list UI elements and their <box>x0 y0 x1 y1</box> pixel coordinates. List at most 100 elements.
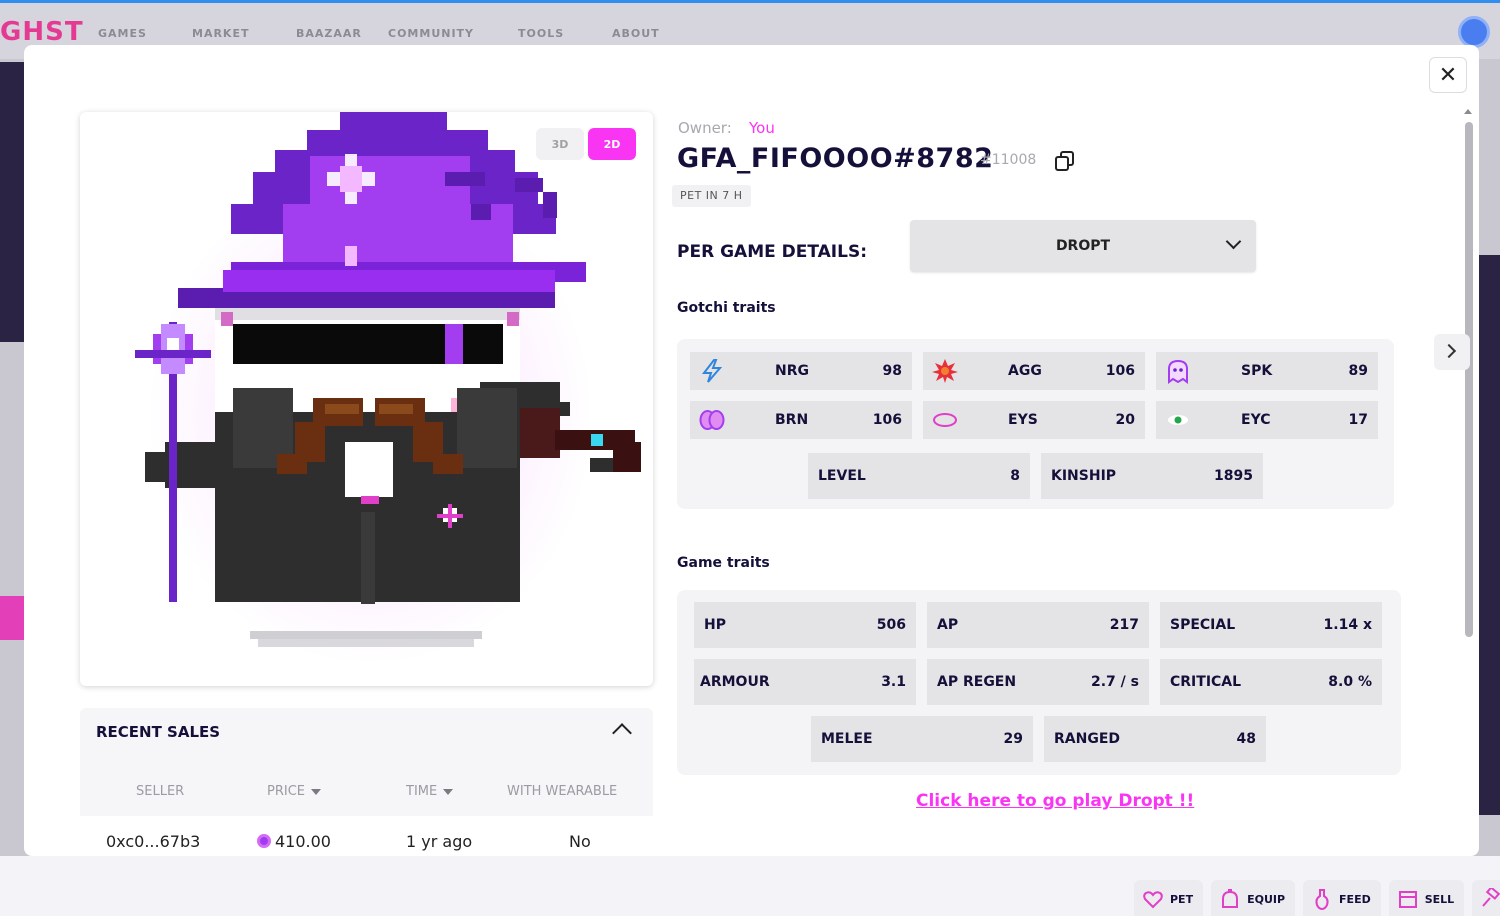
game-trait-ranged: RANGED 48 <box>1044 716 1266 762</box>
game-select-value: DROPT <box>1055 238 1111 254</box>
trait-value: 20 <box>1115 412 1135 428</box>
trait-spk: SPK 89 <box>1156 352 1378 390</box>
column-header-price[interactable]: PRICE <box>267 784 321 799</box>
game-select-dropdown[interactable]: DROPT <box>910 220 1256 272</box>
column-header-seller: SELLER <box>136 784 184 799</box>
trait-label: MELEE <box>821 731 873 747</box>
trait-label: KINSHIP <box>1051 468 1117 484</box>
table-row[interactable]: 0xc0...67b3 410.00 1 yr ago No <box>80 816 653 856</box>
trait-value: 17 <box>1348 412 1368 428</box>
trait-label: AP REGEN <box>937 674 1017 690</box>
gotchi-id: #11008 <box>980 152 1037 168</box>
nav-link-about[interactable]: ABOUT <box>612 27 660 40</box>
trait-level: LEVEL 8 <box>808 453 1030 499</box>
nav-link-baazaar[interactable]: BAAZAAR <box>296 27 362 40</box>
scroll-up-arrow-icon[interactable] <box>1464 109 1472 114</box>
burst-icon <box>932 359 958 383</box>
trait-label: SPK <box>1241 363 1273 379</box>
trait-value: 106 <box>872 412 902 428</box>
seller-cell[interactable]: 0xc0...67b3 <box>106 832 200 851</box>
gotchi-traits-panel: NRG 98 AGG 106 SPK 89 BRN 106 EYS 20 EYC… <box>677 339 1394 509</box>
shop-icon <box>1398 891 1417 908</box>
eye-shape-icon <box>933 413 957 427</box>
game-traits-title: Game traits <box>677 555 770 571</box>
trait-label: EYS <box>1008 412 1038 428</box>
trait-value: 98 <box>882 363 902 379</box>
nav-link-tools[interactable]: TOOLS <box>518 27 564 40</box>
play-dropt-link[interactable]: Click here to go play Dropt !! <box>916 791 1194 811</box>
game-trait-ap-regen: AP REGEN 2.7 / s <box>927 659 1149 705</box>
trait-value: 8 <box>1010 468 1020 484</box>
gavel-icon <box>1482 888 1500 907</box>
close-button[interactable]: ✕ <box>1429 57 1467 93</box>
chevron-right-icon <box>1441 343 1457 359</box>
trait-nrg: NRG 98 <box>690 352 912 390</box>
trait-label: ARMOUR <box>700 674 770 690</box>
brain-icon <box>699 410 725 430</box>
potion-icon <box>1315 889 1329 910</box>
trait-value: 217 <box>1109 617 1139 633</box>
auction-button[interactable]: AU <box>1472 880 1500 916</box>
game-trait-critical: CRITICAL 8.0 % <box>1160 659 1382 705</box>
trait-label: NRG <box>775 363 809 379</box>
trait-eys: EYS 20 <box>923 401 1145 439</box>
trait-brn: BRN 106 <box>690 401 912 439</box>
background-panel-left <box>0 62 24 342</box>
gotchi-detail-modal: ✕ 3D 2D RECENT SALES SELLER PRICE TIME W… <box>24 45 1479 856</box>
owner-label: Owner: <box>678 119 732 137</box>
game-trait-hp: HP 506 <box>694 602 916 648</box>
scroll-thumb[interactable] <box>1465 122 1473 637</box>
game-trait-armour: ARMOUR 3.1 <box>694 659 916 705</box>
ghost-icon <box>1168 359 1188 384</box>
pet-button[interactable]: PET <box>1134 880 1204 916</box>
trait-value: 1.14 x <box>1323 617 1372 633</box>
owner-value: You <box>749 119 775 137</box>
copy-icon[interactable] <box>1054 150 1076 172</box>
feed-label: FEED <box>1339 892 1371 906</box>
next-gotchi-button[interactable] <box>1434 334 1470 370</box>
game-trait-melee: MELEE 29 <box>811 716 1033 762</box>
sort-caret-icon[interactable] <box>311 788 321 795</box>
gotchi-pixel-art <box>135 112 641 647</box>
trait-label: CRITICAL <box>1170 674 1242 690</box>
nav-link-community[interactable]: COMMUNITY <box>388 27 474 40</box>
sort-caret-icon[interactable] <box>443 788 454 795</box>
trait-value: 48 <box>1236 731 1256 747</box>
equip-button[interactable]: EQUIP <box>1211 880 1296 916</box>
nav-link-market[interactable]: MARKET <box>192 27 249 40</box>
game-trait-ap: AP 217 <box>927 602 1149 648</box>
column-header-time[interactable]: TIME <box>406 784 454 799</box>
site-logo: GHST <box>0 17 84 47</box>
price-header-label: PRICE <box>267 784 305 799</box>
recent-sales-panel: RECENT SALES SELLER PRICE TIME WITH WEAR… <box>80 708 653 856</box>
user-avatar[interactable] <box>1458 16 1490 48</box>
ghst-token-icon <box>257 834 271 848</box>
pet-timer-badge: PET IN 7 H <box>672 185 751 207</box>
trait-label: AGG <box>1008 363 1042 379</box>
trait-value: 2.7 / s <box>1091 674 1139 690</box>
nav-link-games[interactable]: GAMES <box>98 27 147 40</box>
trait-agg: AGG 106 <box>923 352 1145 390</box>
modal-scrollbar[interactable] <box>1461 107 1475 847</box>
pet-label: PET <box>1170 892 1194 906</box>
time-header-label: TIME <box>406 784 438 799</box>
feed-button[interactable]: FEED <box>1303 880 1381 916</box>
gotchi-traits-title: Gotchi traits <box>677 300 776 316</box>
collapse-chevron-up-icon[interactable] <box>612 723 632 743</box>
time-cell: 1 yr ago <box>406 832 473 851</box>
background-accent-left <box>0 596 24 640</box>
eye-color-icon <box>1168 415 1188 425</box>
sell-label: SELL <box>1424 892 1455 906</box>
wearable-header-label: WITH WEARABLE <box>507 784 618 799</box>
price-cell: 410.00 <box>257 832 331 851</box>
trait-eyc: EYC 17 <box>1156 401 1378 439</box>
sell-button[interactable]: SELL <box>1388 880 1465 916</box>
recent-sales-title: RECENT SALES <box>96 723 221 741</box>
trait-label: HP <box>704 617 726 633</box>
gotchi-action-bar: PET EQUIP FEED SELL AU <box>1134 880 1500 916</box>
trait-kinship: KINSHIP 1895 <box>1041 453 1263 499</box>
trait-value: 506 <box>876 617 906 633</box>
column-header-with-wearable: WITH WEARABLE <box>507 784 617 799</box>
per-game-details-label: PER GAME DETAILS: <box>677 242 867 262</box>
background-panel-right <box>1478 255 1500 815</box>
